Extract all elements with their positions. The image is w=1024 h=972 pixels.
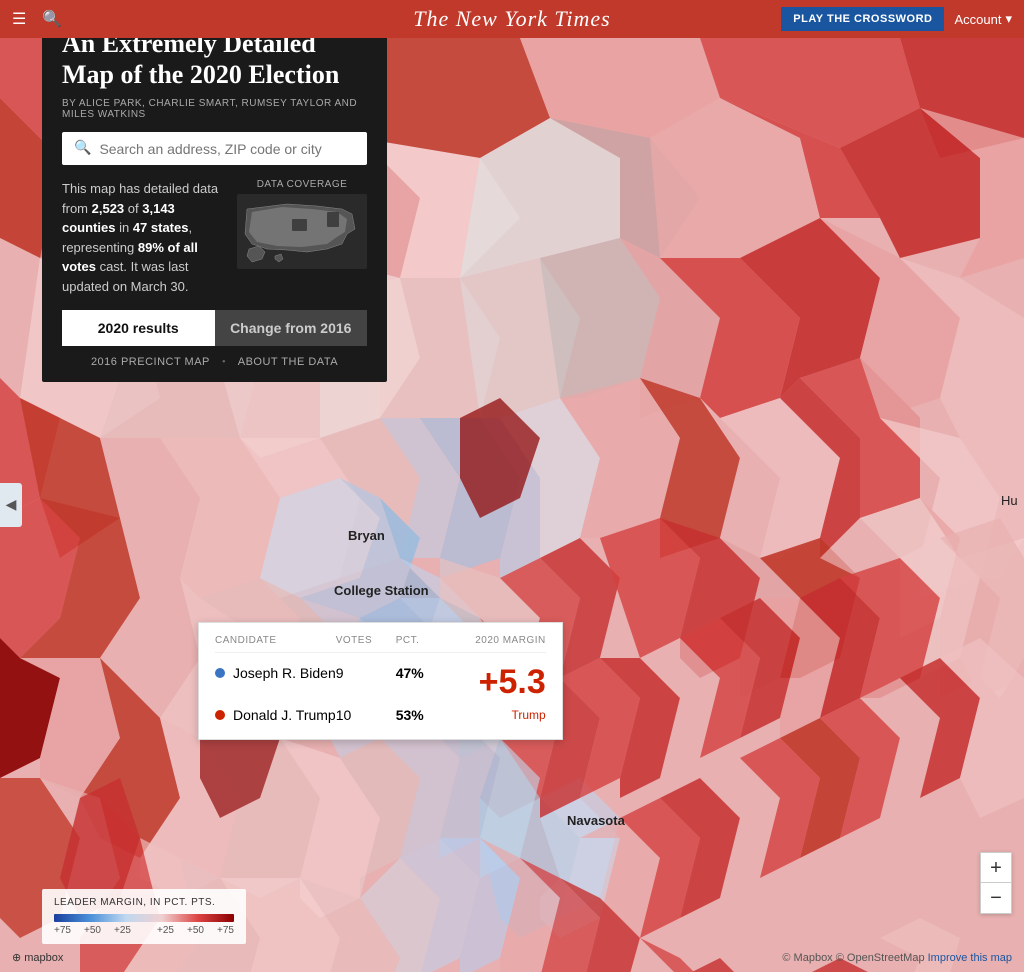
- mapbox-text: ⊕ mapbox: [12, 952, 63, 964]
- zoom-in-button[interactable]: +: [981, 853, 1011, 883]
- panel-body: This map has detailed data from 2,523 of…: [62, 179, 367, 296]
- margin-label-cell: Trump: [446, 708, 546, 722]
- search-icon: 🔍: [74, 140, 91, 157]
- margin-value: +5.3: [479, 665, 546, 699]
- account-button[interactable]: Account ▾: [954, 11, 1012, 27]
- legend-r25: +25: [157, 925, 174, 936]
- legend-d25: +25: [114, 925, 131, 936]
- info-panel: An Extremely Detailed Map of the 2020 El…: [42, 8, 387, 382]
- col-margin-header: 2020 MARGIN: [446, 635, 546, 646]
- col-votes-header: VOTES: [336, 635, 396, 646]
- panel-description: This map has detailed data from 2,523 of…: [62, 179, 225, 296]
- trump-dot: [215, 710, 225, 720]
- attribution-text: © Mapbox © OpenStreetMap: [782, 952, 924, 964]
- zoom-out-button[interactable]: −: [981, 883, 1011, 913]
- attribution: © Mapbox © OpenStreetMap Improve this ma…: [782, 952, 1012, 964]
- legend-r50: +50: [187, 925, 204, 936]
- trump-name: Donald J. Trump: [215, 707, 336, 723]
- candidate-row-trump: Donald J. Trump 10 53% Trump: [215, 703, 546, 727]
- zoom-controls: + −: [980, 852, 1012, 914]
- site-title: The New York Times: [413, 6, 611, 32]
- footer-separator: •: [222, 356, 226, 368]
- btn-2020[interactable]: 2020 results: [62, 310, 215, 346]
- legend-d75: +75: [54, 925, 71, 936]
- trump-pct: 53%: [396, 707, 446, 723]
- panel-authors: BY ALICE PARK, CHARLIE SMART, RUMSEY TAY…: [62, 98, 367, 120]
- biden-votes: 9: [336, 665, 396, 681]
- coverage-map: DATA COVERAGE: [237, 179, 367, 274]
- legend-r75: +75: [217, 925, 234, 936]
- search-bar[interactable]: 🔍: [62, 132, 367, 165]
- margin-label: Trump: [512, 708, 546, 722]
- legend-labels: +75 +50 +25 +25 +50 +75: [54, 925, 234, 936]
- candidate-row-biden: Joseph R. Biden 9 47% +5.3: [215, 661, 546, 703]
- legend-d50: +50: [84, 925, 101, 936]
- search-input[interactable]: [99, 141, 355, 157]
- precinct-map-link[interactable]: 2016 PRECINCT MAP: [91, 356, 210, 368]
- popup-header: CANDIDATE VOTES PCT. 2020 MARGIN: [215, 635, 546, 653]
- btn-change[interactable]: Change from 2016: [215, 310, 368, 346]
- col-pct-header: PCT.: [396, 635, 446, 646]
- biden-dot: [215, 668, 225, 678]
- toggle-buttons: 2020 results Change from 2016: [62, 310, 367, 346]
- legend-title: LEADER MARGIN, IN PCT. PTS.: [54, 897, 234, 908]
- coverage-label: DATA COVERAGE: [237, 179, 367, 190]
- legend: LEADER MARGIN, IN PCT. PTS. +75 +50 +25 …: [42, 889, 246, 944]
- biden-pct: 47%: [396, 665, 446, 681]
- hamburger-icon[interactable]: ☰: [12, 9, 26, 29]
- biden-name: Joseph R. Biden: [215, 665, 336, 681]
- mapbox-logo: ⊕ mapbox: [12, 951, 63, 964]
- biden-label: Joseph R. Biden: [233, 665, 336, 681]
- crossword-button[interactable]: PLAY THE CROSSWORD: [781, 7, 944, 31]
- header-left: ☰ 🔍: [12, 9, 62, 29]
- us-map-mini: [237, 194, 367, 269]
- improve-map-link[interactable]: Improve this map: [928, 952, 1012, 964]
- margin-cell: +5.3: [446, 665, 546, 699]
- about-data-link[interactable]: ABOUT THE DATA: [238, 356, 338, 368]
- header-search-icon[interactable]: 🔍: [42, 9, 62, 29]
- trump-votes: 10: [336, 707, 396, 723]
- data-popup: CANDIDATE VOTES PCT. 2020 MARGIN Joseph …: [198, 622, 563, 740]
- header: ☰ 🔍 The New York Times PLAY THE CROSSWOR…: [0, 0, 1024, 38]
- panel-footer: 2016 PRECINCT MAP • ABOUT THE DATA: [62, 356, 367, 368]
- side-arrow[interactable]: ◀: [0, 483, 22, 527]
- trump-label: Donald J. Trump: [233, 707, 336, 723]
- col-candidate-header: CANDIDATE: [215, 635, 336, 646]
- header-right: PLAY THE CROSSWORD Account ▾: [781, 7, 1012, 31]
- legend-bar: [54, 914, 234, 922]
